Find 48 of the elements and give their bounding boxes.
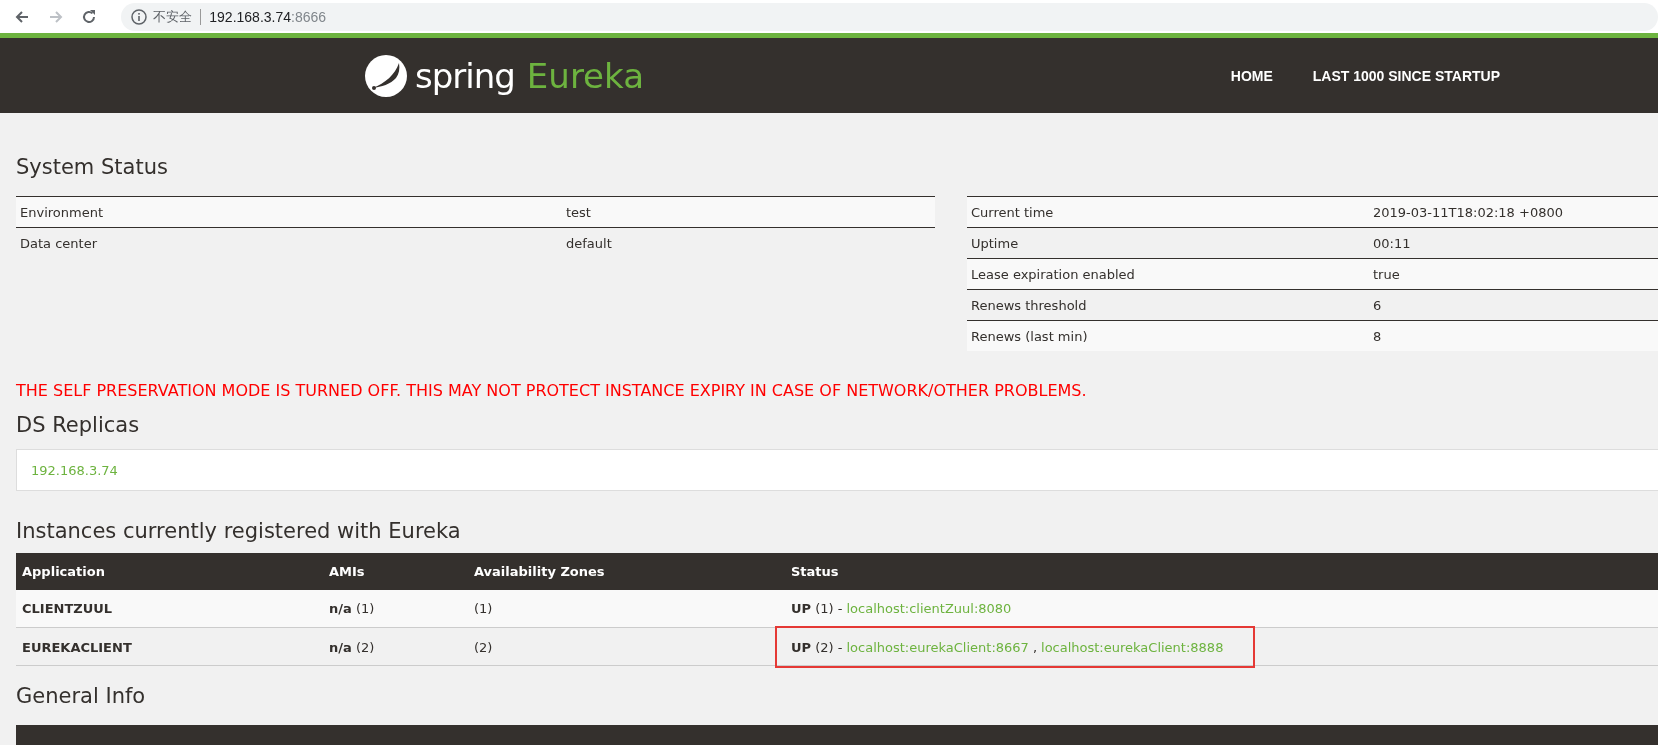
- table-cell-text: true: [1372, 266, 1401, 282]
- table-cell-text: n/a (2): [328, 639, 376, 655]
- table-cell-text: Lease expiration enabled: [970, 266, 1136, 282]
- section-heading: General Info: [16, 683, 147, 710]
- instance-link[interactable]: localhost:eurekaClient:8888: [1041, 639, 1224, 655]
- table-cell-text: (2): [473, 639, 494, 655]
- table-cell-text: Environment: [19, 204, 104, 220]
- column-header: Status: [790, 564, 840, 579]
- column-header: Application: [21, 564, 106, 579]
- table-cell-text: CLIENTZUUL: [21, 601, 114, 616]
- table-cell-text: n/a (1): [328, 601, 376, 616]
- status-text: UP (1) -: [791, 601, 843, 616]
- table-cell-text: 6: [1372, 297, 1383, 313]
- url-text: 192.168.3.74:8666: [209, 8, 327, 25]
- table-cell-text: Current time: [970, 204, 1055, 220]
- product-name: Eureka: [526, 55, 644, 96]
- table-cell-text: 2019-03-11T18:02:18 +0800: [1372, 204, 1564, 220]
- leaf-logo-icon: [365, 54, 407, 97]
- column-header: AMIs: [328, 564, 366, 579]
- security-label: 不安全: [153, 7, 193, 26]
- table-cell-text: 00:11: [1372, 235, 1412, 251]
- replica-link[interactable]: 192.168.3.74: [31, 462, 118, 478]
- address-bar[interactable]: 不安全 192.168.3.74:8666: [121, 2, 1658, 31]
- info-icon: [131, 8, 148, 25]
- column-header: Availability Zones: [473, 564, 606, 579]
- nav-link[interactable]: HOME: [1230, 67, 1273, 84]
- table-cell-text: test: [565, 204, 592, 220]
- link-separator: ,: [1032, 639, 1037, 655]
- table-cell-text: (1): [473, 601, 494, 616]
- nav-link[interactable]: LAST 1000 SINCE STARTUP: [1312, 67, 1500, 84]
- table-cell-text: Renews threshold: [970, 297, 1088, 313]
- table-cell-text: Uptime: [970, 235, 1020, 251]
- reload-icon: [81, 8, 98, 25]
- section-heading: DS Replicas: [16, 412, 141, 439]
- warning-message: THE SELF PRESERVATION MODE IS TURNED OFF. THIS MAY NOT PROTECT INSTANCE EXPIRY IN CASE OF NETWORK/OTHER PROBLEMS.: [16, 381, 1088, 402]
- section-heading: System Status: [16, 155, 169, 181]
- brand-name: spring: [415, 55, 515, 96]
- status-text: UP (2) -: [791, 639, 843, 655]
- instance-link[interactable]: localhost:clientZuul:8080: [846, 601, 1012, 616]
- table-cell-text: default: [565, 235, 613, 251]
- forward-icon: [47, 8, 64, 25]
- back-icon: [13, 8, 30, 25]
- instance-link[interactable]: localhost:eurekaClient:8667: [846, 639, 1029, 655]
- table-cell-text: Data center: [19, 235, 98, 251]
- table-cell-text: Renews (last min): [970, 328, 1089, 344]
- section-heading: Instances currently registered with Eureka: [16, 518, 462, 545]
- table-cell-text: 8: [1372, 328, 1383, 344]
- table-cell-text: EUREKACLIENT: [21, 639, 133, 655]
